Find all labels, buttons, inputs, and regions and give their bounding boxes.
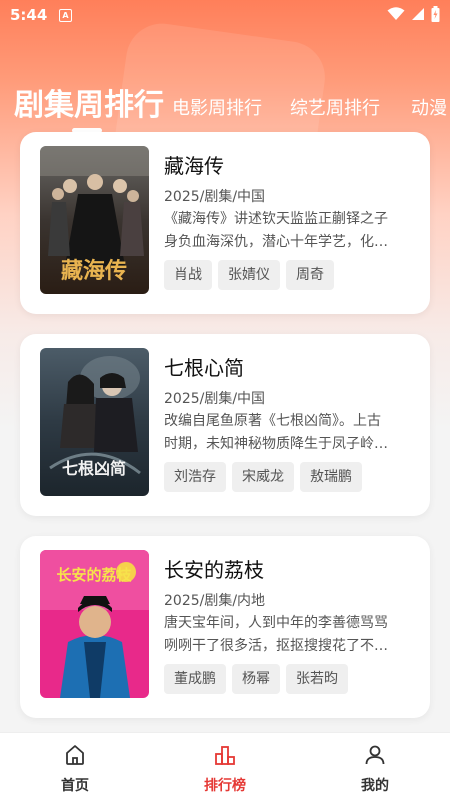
description-line-2: 身负血海深仇，潜心十年学艺，化… — [164, 234, 388, 250]
status-time: 5:44 — [10, 6, 48, 24]
wifi-icon — [387, 7, 405, 20]
show-card[interactable]: 七根凶简 七根心简 2025/剧集/中国 改编自尾鱼原著《七根凶简》。上古 时期… — [20, 334, 430, 516]
description-line-1: 唐天宝年间，人到中年的李善德骂骂 — [164, 615, 388, 631]
description-line-2: 时期，未知神秘物质降生于凤子岭… — [164, 436, 388, 452]
tab-anime-weekly[interactable]: 动漫 — [411, 94, 447, 120]
cast-tag[interactable]: 敖瑞鹏 — [300, 462, 362, 492]
poster-image[interactable]: 七根凶简 — [40, 348, 149, 496]
tab-variety-weekly[interactable]: 综艺周排行 — [290, 94, 380, 120]
cast-tag[interactable]: 宋威龙 — [232, 462, 294, 492]
nav-profile[interactable]: 我的 — [300, 733, 450, 801]
cast-tag[interactable]: 周奇 — [286, 260, 334, 290]
cast-tags: 董成鹏 杨幂 张若昀 — [164, 664, 348, 694]
cast-tags: 刘浩存 宋威龙 敖瑞鹏 — [164, 462, 362, 492]
cast-tag[interactable]: 张若昀 — [286, 664, 348, 694]
show-meta: 2025/剧集/内地 — [164, 593, 266, 609]
poster-image[interactable]: 长安的荔枝 — [40, 550, 149, 698]
nav-ranking[interactable]: 排行榜 — [150, 733, 300, 801]
show-meta: 2025/剧集/中国 — [164, 189, 266, 205]
cast-tags: 肖战 张婧仪 周奇 — [164, 260, 334, 290]
user-icon — [365, 745, 385, 765]
show-card[interactable]: 长安的荔枝 长安的荔枝 2025/剧集/内地 唐天宝年间，人到中年的李善德骂骂 … — [20, 536, 430, 718]
bottom-navigation: 首页 排行榜 我的 — [0, 732, 450, 801]
nav-home-label: 首页 — [61, 778, 89, 794]
signal-icon — [412, 8, 424, 20]
show-title[interactable]: 长安的荔枝 — [164, 554, 264, 583]
cast-tag[interactable]: 杨幂 — [232, 664, 280, 694]
nav-profile-label: 我的 — [361, 778, 389, 794]
show-meta: 2025/剧集/中国 — [164, 391, 266, 407]
cast-tag[interactable]: 肖战 — [164, 260, 212, 290]
ranking-icon — [215, 746, 235, 765]
show-description: 改编自尾鱼原著《七根凶简》。上古 时期，未知神秘物质降生于凤子岭… — [164, 410, 408, 456]
status-icons — [387, 6, 440, 22]
show-title[interactable]: 藏海传 — [164, 150, 224, 179]
show-title[interactable]: 七根心简 — [164, 352, 244, 381]
poster-title-text: 藏海传 — [61, 258, 127, 284]
description-line-2: 咧咧干了很多活，抠抠搜搜花了不… — [164, 638, 388, 654]
poster-title-text: 长安的荔枝 — [56, 566, 132, 584]
nav-ranking-label: 排行榜 — [204, 778, 246, 794]
nav-home[interactable]: 首页 — [0, 733, 150, 801]
show-description: 《藏海传》讲述钦天监监正蒯铎之子 身负血海深仇，潜心十年学艺，化… — [164, 208, 408, 254]
description-line-1: 改编自尾鱼原著《七根凶简》。上古 — [164, 413, 381, 429]
home-icon — [66, 745, 84, 765]
cast-tag[interactable]: 刘浩存 — [164, 462, 226, 492]
tab-tv-weekly[interactable]: 剧集周排行 — [14, 80, 164, 124]
poster-title-text: 七根凶简 — [62, 459, 126, 478]
ranking-tabs: 剧集周排行 电影周排行 综艺周排行 动漫 — [0, 82, 450, 132]
cast-tag[interactable]: 张婧仪 — [218, 260, 280, 290]
show-description: 唐天宝年间，人到中年的李善德骂骂 咧咧干了很多活，抠抠搜搜花了不… — [164, 612, 408, 658]
show-card[interactable]: 藏海传 藏海传 2025/剧集/中国 《藏海传》讲述钦天监监正蒯铎之子 身负血海… — [20, 132, 430, 314]
description-line-1: 《藏海传》讲述钦天监监正蒯铎之子 — [164, 211, 388, 227]
status-bar: 5:44 A — [0, 0, 450, 32]
tab-movie-weekly[interactable]: 电影周排行 — [172, 94, 262, 120]
notification-icon: A — [59, 9, 72, 22]
battery-icon — [431, 6, 440, 22]
cast-tag[interactable]: 董成鹏 — [164, 664, 226, 694]
poster-image[interactable]: 藏海传 — [40, 146, 149, 294]
